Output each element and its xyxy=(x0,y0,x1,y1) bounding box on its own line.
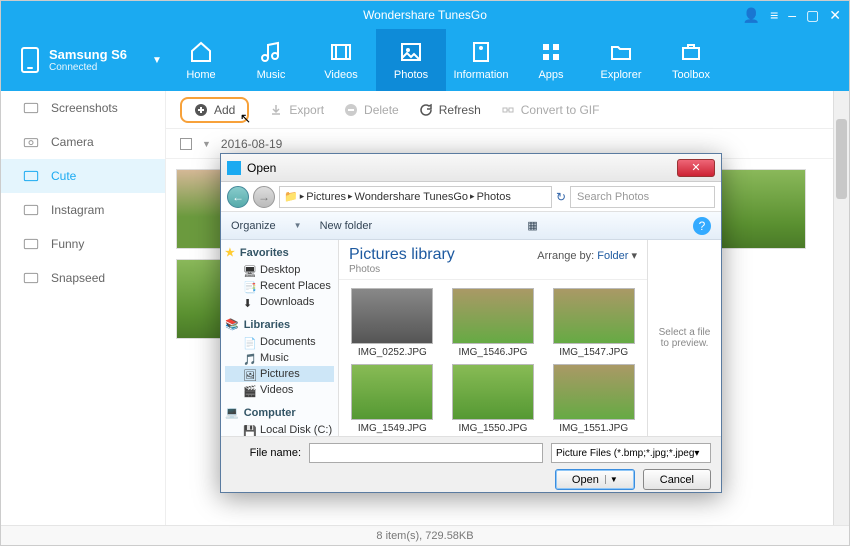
folder-icon xyxy=(227,161,241,175)
view-icon[interactable]: ▦ xyxy=(527,219,537,232)
tree-favorites[interactable]: ★Favorites xyxy=(225,246,334,259)
folder-tree: ★Favorites 🖥Desktop 📑Recent Places ⬇Down… xyxy=(221,240,339,436)
dialog-toolbar: Organize▼ New folder ▦ ? xyxy=(221,212,721,240)
file-item[interactable]: IMG_1547.JPG xyxy=(548,288,639,358)
tree-documents[interactable]: 📄Documents xyxy=(225,334,334,350)
file-item[interactable]: IMG_0252.JPG xyxy=(347,288,438,358)
convert-gif-button[interactable]: Convert to GIF xyxy=(501,103,600,117)
new-folder-button[interactable]: New folder xyxy=(320,220,373,232)
date-label: 2016-08-19 xyxy=(221,137,282,151)
open-button[interactable]: Open▼ xyxy=(555,469,635,490)
sidebar-item-cute[interactable]: Cute xyxy=(1,159,165,193)
titlebar: Wondershare TunesGo 👤 ≡ – ▢ ✕ xyxy=(1,1,849,29)
breadcrumb[interactable]: 📁 ▸Pictures ▸Wondershare TunesGo ▸Photos xyxy=(279,186,552,208)
files-header: Pictures library Photos Arrange by: Fold… xyxy=(339,240,647,280)
forward-button[interactable]: → xyxy=(253,186,275,208)
files-grid: IMG_0252.JPG IMG_1546.JPG IMG_1547.JPG I… xyxy=(339,280,647,436)
top-nav: Samsung S6 Connected ▼ Home Music Videos… xyxy=(1,29,849,91)
export-button[interactable]: Export xyxy=(269,103,324,117)
cancel-button[interactable]: Cancel xyxy=(643,469,711,490)
folder-icon: 📁 xyxy=(284,190,298,203)
dialog-bottom: File name: Picture Files (*.bmp;*.jpg;*.… xyxy=(221,436,721,492)
back-button[interactable]: ← xyxy=(227,186,249,208)
tree-disk-c[interactable]: 💾Local Disk (C:) xyxy=(225,422,334,436)
filename-input[interactable] xyxy=(309,443,543,463)
chevron-down-icon: ▼ xyxy=(152,55,162,66)
nav-videos[interactable]: Videos xyxy=(306,29,376,91)
file-item[interactable]: IMG_1550.JPG xyxy=(448,364,539,434)
tree-downloads[interactable]: ⬇Downloads xyxy=(225,294,334,310)
scrollbar[interactable] xyxy=(833,91,849,525)
device-status: Connected xyxy=(49,62,127,73)
file-list: Pictures library Photos Arrange by: Fold… xyxy=(339,240,647,436)
nav-toolbox[interactable]: Toolbox xyxy=(656,29,726,91)
nav-music[interactable]: Music xyxy=(236,29,306,91)
phone-icon xyxy=(21,47,39,73)
filename-label: File name: xyxy=(231,447,301,459)
library-subtitle: Photos xyxy=(349,264,455,275)
sidebar-item-snapseed[interactable]: Snapseed xyxy=(1,261,165,295)
tree-computer[interactable]: 💻Computer xyxy=(225,406,334,419)
checkbox[interactable] xyxy=(180,138,192,150)
tree-pictures[interactable]: 🖼Pictures xyxy=(225,366,334,382)
cursor-icon: ↖ xyxy=(240,110,252,127)
tree-recent[interactable]: 📑Recent Places xyxy=(225,278,334,294)
nav-apps[interactable]: Apps xyxy=(516,29,586,91)
device-selector[interactable]: Samsung S6 Connected ▼ xyxy=(1,29,166,91)
device-name: Samsung S6 xyxy=(49,47,127,62)
dialog-titlebar: Open ✕ xyxy=(221,154,721,182)
arrange-by[interactable]: Arrange by: Folder ▾ xyxy=(537,249,637,262)
menu-icon[interactable]: ≡ xyxy=(770,7,778,23)
tree-music[interactable]: 🎵Music xyxy=(225,350,334,366)
minimize-icon[interactable]: – xyxy=(788,7,796,23)
sidebar-item-screenshots[interactable]: Screenshots xyxy=(1,91,165,125)
tree-libraries[interactable]: 📚Libraries xyxy=(225,318,334,331)
sidebar-item-funny[interactable]: Funny xyxy=(1,227,165,261)
sidebar-item-camera[interactable]: Camera xyxy=(1,125,165,159)
dialog-nav: ← → 📁 ▸Pictures ▸Wondershare TunesGo ▸Ph… xyxy=(221,182,721,212)
window-controls: 👤 ≡ – ▢ ✕ xyxy=(743,7,841,24)
tree-desktop[interactable]: 🖥Desktop xyxy=(225,262,334,278)
nav-home[interactable]: Home xyxy=(166,29,236,91)
file-filter[interactable]: Picture Files (*.bmp;*.jpg;*.jpeg ▾ xyxy=(551,443,711,463)
open-dialog: Open ✕ ← → 📁 ▸Pictures ▸Wondershare Tune… xyxy=(220,153,722,493)
sidebar-item-instagram[interactable]: Instagram xyxy=(1,193,165,227)
nav-explorer[interactable]: Explorer xyxy=(586,29,656,91)
refresh-button[interactable]: Refresh xyxy=(419,103,481,117)
search-input[interactable]: Search Photos xyxy=(570,186,715,208)
library-title: Pictures library xyxy=(349,246,455,264)
nav-information[interactable]: Information xyxy=(446,29,516,91)
tree-videos[interactable]: 🎬Videos xyxy=(225,382,334,398)
app-title: Wondershare TunesGo xyxy=(363,8,487,22)
toolbar: Add ↖ Export Delete Refresh Convert to G… xyxy=(166,91,849,129)
file-item[interactable]: IMG_1551.JPG xyxy=(548,364,639,434)
status-bar: 8 item(s), 729.58KB xyxy=(1,525,849,545)
preview-pane: Select a file to preview. xyxy=(647,240,721,436)
organize-button[interactable]: Organize xyxy=(231,220,276,232)
chevron-down-icon: ▼ xyxy=(202,139,211,149)
dialog-close-button[interactable]: ✕ xyxy=(677,159,715,177)
file-item[interactable]: IMG_1546.JPG xyxy=(448,288,539,358)
refresh-icon[interactable]: ↻ xyxy=(556,190,566,204)
nav-photos[interactable]: Photos xyxy=(376,29,446,91)
help-icon[interactable]: ? xyxy=(693,217,711,235)
dialog-title: Open xyxy=(247,161,276,175)
dialog-body: ★Favorites 🖥Desktop 📑Recent Places ⬇Down… xyxy=(221,240,721,436)
user-icon[interactable]: 👤 xyxy=(743,7,760,24)
scrollbar-thumb[interactable] xyxy=(836,119,847,199)
file-item[interactable]: IMG_1549.JPG xyxy=(347,364,438,434)
delete-button[interactable]: Delete xyxy=(344,103,399,117)
status-text: 8 item(s), 729.58KB xyxy=(376,530,473,542)
add-button[interactable]: Add ↖ xyxy=(180,97,249,123)
sidebar: Screenshots Camera Cute Instagram Funny … xyxy=(1,91,166,525)
close-icon[interactable]: ✕ xyxy=(829,7,841,24)
maximize-icon[interactable]: ▢ xyxy=(806,7,819,24)
